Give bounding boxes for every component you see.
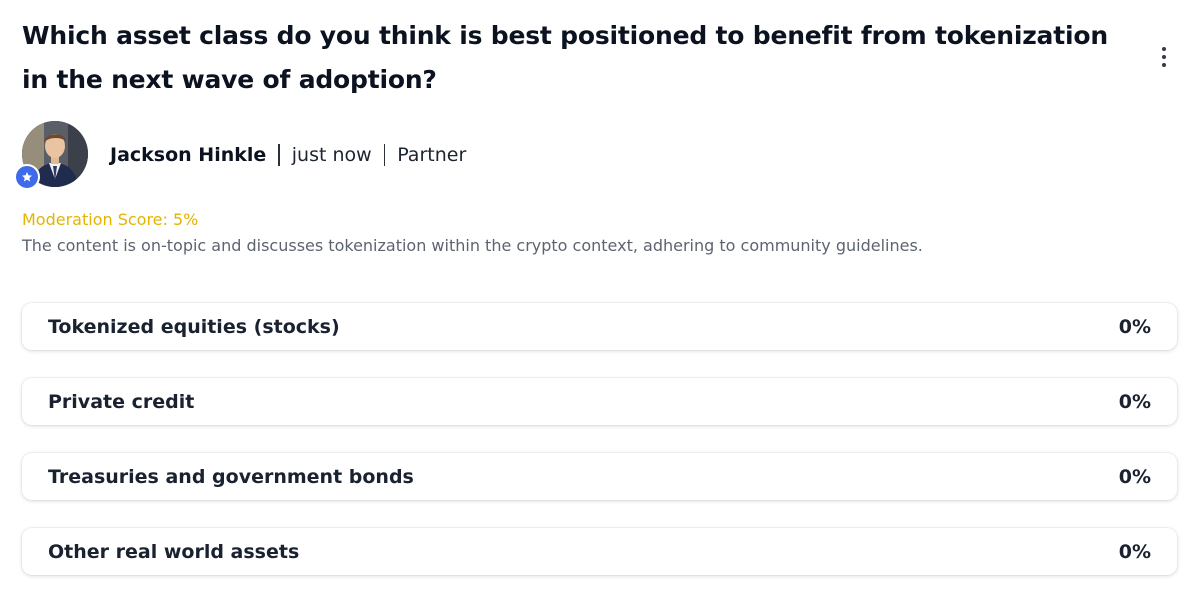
author-role: Partner [397,144,467,166]
poll-option[interactable]: Private credit 0% [22,378,1177,425]
poll-option-label: Other real world assets [48,540,300,563]
author-meta: Jackson Hinkle just now Partner [110,140,466,170]
poll-option[interactable]: Treasuries and government bonds 0% [22,453,1177,500]
poll-option-percent: 0% [1118,540,1151,563]
poll-option-percent: 0% [1118,315,1151,338]
meta-divider [278,144,280,166]
poll-option-label: Treasuries and government bonds [48,465,414,488]
poll-option-percent: 0% [1118,390,1151,413]
author-avatar-container[interactable] [14,120,90,190]
author-name[interactable]: Jackson Hinkle [110,144,266,166]
post-question-title: Which asset class do you think is best p… [22,21,1108,94]
poll-option-percent: 0% [1118,465,1151,488]
poll-option-label: Private credit [48,390,195,413]
moderation-description: The content is on-topic and discusses to… [22,236,923,255]
more-options-icon[interactable] [1152,42,1176,72]
poll-option[interactable]: Other real world assets 0% [22,528,1177,575]
meta-divider [383,144,386,166]
post-timestamp: just now [291,144,372,166]
verified-badge [14,164,40,190]
poll-option[interactable]: Tokenized equities (stocks) 0% [22,303,1177,350]
moderation-score: Moderation Score: 5% [22,210,199,229]
poll-option-label: Tokenized equities (stocks) [48,315,340,338]
star-icon [22,172,32,182]
poll-options: Tokenized equities (stocks) 0% Private c… [22,303,1177,603]
